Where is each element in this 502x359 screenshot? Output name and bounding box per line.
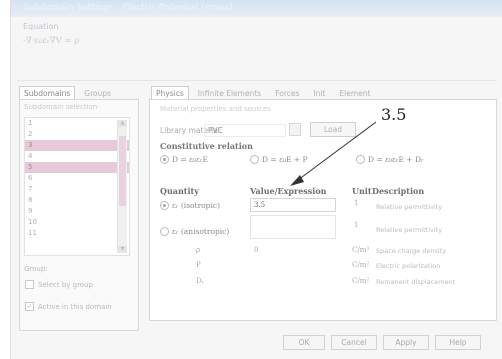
annotation-arrow-line xyxy=(297,121,377,181)
annotation-label: 3.5 xyxy=(381,105,407,124)
annotation-arrow xyxy=(290,121,377,186)
